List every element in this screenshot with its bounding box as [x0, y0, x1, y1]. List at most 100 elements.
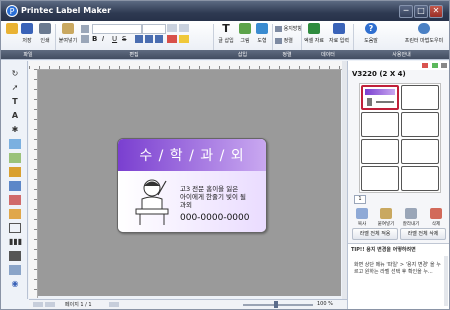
font-name-combo[interactable] [92, 24, 142, 34]
picture-icon [239, 23, 251, 34]
printer-wizard-icon [418, 23, 430, 34]
text-tool-icon[interactable]: T [9, 97, 21, 107]
picture-tool-icon[interactable] [9, 139, 21, 149]
prev-page-icon[interactable] [45, 302, 55, 307]
tips-scrollbar[interactable] [444, 256, 448, 306]
bold-icon[interactable]: B [92, 35, 100, 43]
text-style-icon[interactable]: A [9, 111, 21, 121]
tips-title: TIP!! 용지 변경을 어떻하려면 [351, 247, 416, 253]
help-button[interactable]: ? 도움말 [359, 23, 383, 49]
label-cell[interactable] [401, 139, 439, 164]
select-pointer-icon[interactable]: ➚ [9, 83, 21, 93]
orientation-button[interactable]: 용지방향 [275, 25, 302, 32]
insert-text-button[interactable]: T 글 삽입 [216, 23, 236, 49]
copy-icon [356, 208, 368, 219]
label-cell-selected[interactable] [361, 85, 399, 110]
cut-button[interactable]: 잘라내기 [400, 208, 422, 227]
delete-all-button[interactable]: 라벨 전체 삭제 [400, 228, 446, 240]
apply-all-button[interactable]: 라벨 전체 적용 [352, 228, 398, 240]
zoom-slider-thumb[interactable] [274, 301, 278, 308]
insert-shape-button[interactable]: 도형 [254, 23, 270, 49]
first-page-icon[interactable] [33, 302, 43, 307]
thumbnail-text [376, 101, 394, 103]
italic-icon[interactable]: I [102, 35, 110, 43]
zoom-slider[interactable] [243, 304, 313, 306]
align-left-icon[interactable] [135, 35, 143, 43]
label-cell[interactable] [401, 166, 439, 191]
paste-icon [62, 23, 74, 34]
align-center-icon[interactable] [145, 35, 153, 43]
font-grow-icon[interactable] [167, 24, 177, 32]
panel-refresh-icon[interactable] [432, 63, 438, 68]
panel-pin-icon[interactable] [422, 63, 428, 68]
special-char-icon[interactable]: ✱ [9, 125, 21, 135]
label-card[interactable]: 수 / 학 / 과 / 외 고3 전문 홈이을 잃은 아이에게 한줄기 빛이 될… [117, 138, 267, 233]
highlight-color-icon[interactable] [179, 35, 189, 43]
underline-icon[interactable]: U [112, 35, 120, 43]
maximize-button[interactable]: □ [414, 5, 428, 18]
rotate-icon[interactable]: ↻ [9, 69, 21, 79]
qrcode-tool-icon[interactable] [9, 251, 21, 261]
insert-picture-button[interactable]: 그림 [237, 23, 253, 49]
copy-button[interactable]: 복사 [351, 208, 373, 227]
align-right-icon[interactable] [155, 35, 163, 43]
label-layout-grid[interactable] [359, 83, 441, 193]
label-cell[interactable] [361, 139, 399, 164]
close-button[interactable]: ✕ [429, 5, 443, 18]
minimize-button[interactable]: ─ [399, 5, 413, 18]
delete-button[interactable]: 삭제 [425, 208, 447, 227]
copy-icon[interactable] [81, 35, 89, 43]
page-number-badge[interactable]: 1 [354, 195, 366, 204]
label-title[interactable]: 수 / 학 / 과 / 외 [118, 145, 266, 165]
label-cell[interactable] [361, 166, 399, 191]
label-header-band: 수 / 학 / 과 / 외 [118, 139, 266, 171]
strike-icon[interactable]: S [122, 35, 130, 43]
cut-icon[interactable] [81, 25, 89, 33]
student-clipart-icon[interactable] [132, 175, 172, 227]
label-cell[interactable] [401, 85, 439, 110]
open-button[interactable] [5, 23, 19, 49]
data-input-button[interactable]: 자료 입력 [327, 23, 351, 49]
app-logo-icon: P [6, 5, 18, 17]
data-input-icon [333, 23, 345, 34]
group-help-label: 사용안내 [392, 52, 411, 58]
font-color-icon[interactable] [167, 35, 177, 43]
label-cell[interactable] [361, 112, 399, 137]
label-phone[interactable]: 000-0000-0000 [180, 213, 249, 223]
paste-button[interactable]: 붙여넣기 [57, 23, 79, 49]
group-arrange-label: 정렬 [282, 52, 292, 58]
save-label: 저장 [22, 38, 32, 44]
font-shrink-icon[interactable] [179, 24, 189, 32]
save-disk-icon [21, 23, 33, 34]
label-thumbnail [365, 89, 395, 95]
paste-label-button[interactable]: 붙여넣기 [375, 208, 397, 227]
data-input-label: 자료 입력 [329, 38, 349, 44]
clipart-tool-icon[interactable] [9, 167, 21, 177]
help-label: 도움말 [364, 38, 378, 44]
image-tool-icon[interactable] [9, 153, 21, 163]
align-button[interactable]: 정렬 [275, 37, 293, 44]
insert-shape-label: 도형 [257, 38, 267, 44]
next-page-icon[interactable] [109, 302, 119, 307]
excel-data-button[interactable]: 엑셀 자료 [302, 23, 326, 49]
photo-tool-icon[interactable] [9, 195, 21, 205]
rectangle-tool-icon[interactable] [9, 223, 21, 233]
label-cell[interactable] [401, 112, 439, 137]
label-line-3[interactable]: 과외 [180, 199, 192, 209]
printer-wizard-button[interactable]: 프린터 마법도우미 [401, 23, 447, 49]
background-tool-icon[interactable] [9, 209, 21, 219]
help-icon: ? [365, 23, 377, 34]
font-size-combo[interactable] [142, 24, 166, 34]
title-bar: P Printec Label Maker ─ □ ✕ [1, 1, 449, 21]
paste-label: 붙여넣기 [58, 38, 78, 44]
layout-title: V3220 (2 X 4) [352, 70, 406, 78]
panel-menu-icon[interactable] [441, 63, 447, 68]
barcode-tool-icon[interactable]: ▮▮▮ [9, 237, 22, 247]
zoom-tool-icon[interactable]: ◉ [9, 279, 21, 289]
orientation-label: 용지방향 [283, 26, 302, 32]
app-window: P Printec Label Maker ─ □ ✕ 저장 인쇄 붙여넣기 B… [0, 0, 450, 310]
save-button[interactable]: 저장 [19, 23, 35, 49]
frame-tool-icon[interactable] [9, 181, 21, 191]
print-button[interactable]: 인쇄 [37, 23, 53, 49]
table-tool-icon[interactable] [9, 265, 21, 275]
